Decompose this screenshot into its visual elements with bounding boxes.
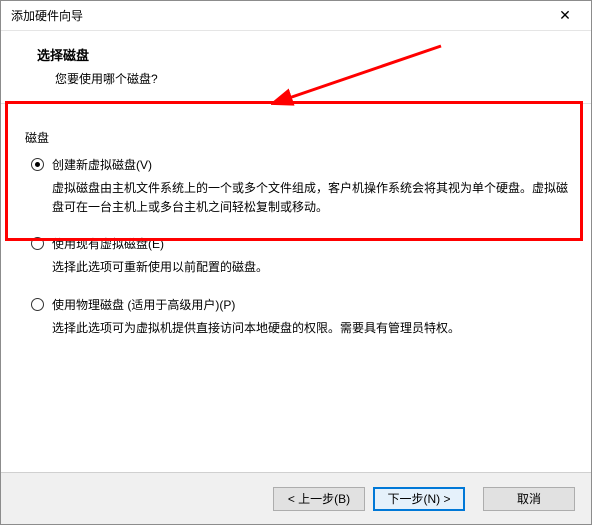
- option-label: 创建新虚拟磁盘(V): [52, 156, 152, 173]
- option-use-physical-disk[interactable]: 使用物理磁盘 (适用于高级用户)(P) 选择此选项可为虚拟机提供直接访问本地硬盘…: [31, 296, 569, 338]
- option-create-new-disk[interactable]: 创建新虚拟磁盘(V) 虚拟磁盘由主机文件系统上的一个或多个文件组成，客户机操作系…: [31, 156, 569, 217]
- back-button[interactable]: < 上一步(B): [273, 487, 365, 511]
- option-label: 使用现有虚拟磁盘(E): [52, 235, 164, 252]
- close-button[interactable]: ✕: [545, 2, 585, 30]
- page-subtitle: 您要使用哪个磁盘?: [55, 70, 561, 87]
- option-description: 选择此选项可为虚拟机提供直接访问本地硬盘的权限。需要具有管理员特权。: [52, 319, 569, 338]
- option-description: 虚拟磁盘由主机文件系统上的一个或多个文件组成，客户机操作系统会将其视为单个硬盘。…: [52, 179, 569, 217]
- group-label-disk: 磁盘: [25, 129, 569, 146]
- radio-use-physical-disk[interactable]: [31, 298, 44, 311]
- option-row: 使用物理磁盘 (适用于高级用户)(P): [31, 296, 569, 313]
- cancel-button[interactable]: 取消: [483, 487, 575, 511]
- option-row: 创建新虚拟磁盘(V): [31, 156, 569, 173]
- next-button[interactable]: 下一步(N) >: [373, 487, 465, 511]
- option-row: 使用现有虚拟磁盘(E): [31, 235, 569, 252]
- radio-use-existing-disk[interactable]: [31, 237, 44, 250]
- option-description: 选择此选项可重新使用以前配置的磁盘。: [52, 258, 569, 277]
- option-label: 使用物理磁盘 (适用于高级用户)(P): [52, 296, 235, 313]
- radio-create-new-disk[interactable]: [31, 158, 44, 171]
- option-use-existing-disk[interactable]: 使用现有虚拟磁盘(E) 选择此选项可重新使用以前配置的磁盘。: [31, 235, 569, 277]
- window-title: 添加硬件向导: [11, 7, 545, 24]
- page-title: 选择磁盘: [37, 45, 561, 64]
- wizard-window: 添加硬件向导 ✕ 选择磁盘 您要使用哪个磁盘? 磁盘 创建新虚拟磁盘(V) 虚拟…: [0, 0, 592, 525]
- titlebar: 添加硬件向导 ✕: [1, 1, 591, 31]
- wizard-header: 选择磁盘 您要使用哪个磁盘?: [1, 31, 591, 97]
- wizard-footer: < 上一步(B) 下一步(N) > 取消: [1, 472, 591, 524]
- close-icon: ✕: [559, 7, 571, 24]
- wizard-body: 磁盘 创建新虚拟磁盘(V) 虚拟磁盘由主机文件系统上的一个或多个文件组成，客户机…: [1, 105, 591, 364]
